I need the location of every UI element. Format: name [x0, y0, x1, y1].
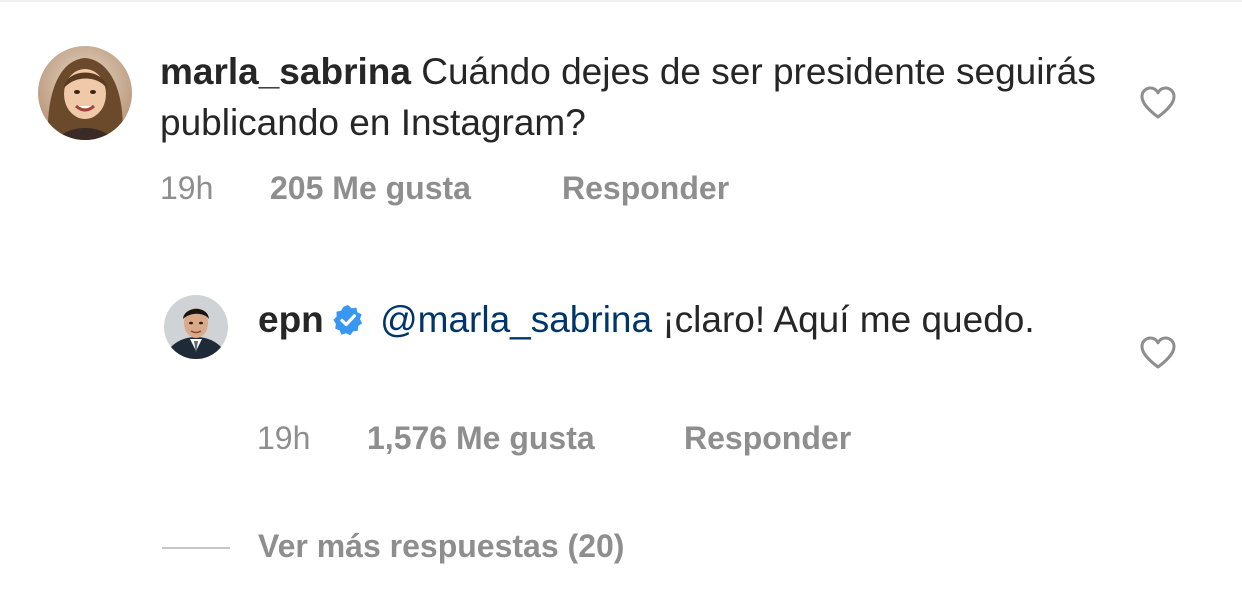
avatar[interactable]	[164, 295, 228, 359]
reply-item: epn @marla_sabrina ¡claro! Aquí me quedo…	[0, 240, 1242, 500]
comment-body: ¡claro! Aquí me quedo.	[662, 299, 1035, 340]
comment-likes[interactable]: 205 Me gusta	[270, 170, 471, 207]
comment-mention[interactable]: @marla_sabrina	[380, 299, 652, 340]
avatar[interactable]	[38, 46, 132, 140]
like-heart-icon[interactable]	[1140, 86, 1176, 120]
verified-badge-icon	[332, 298, 364, 349]
more-replies-label[interactable]: Ver más respuestas (20)	[258, 528, 624, 565]
comment-username[interactable]: marla_sabrina	[160, 51, 411, 92]
comment-time: 19h	[160, 170, 214, 206]
reply-button[interactable]: Responder	[684, 420, 851, 457]
comment-username[interactable]: epn	[258, 299, 324, 340]
comment-item: marla_sabrina Cuándo dejes de ser presid…	[0, 0, 1242, 240]
avatar-image	[164, 295, 228, 359]
comment-text: marla_sabrina Cuándo dejes de ser presid…	[160, 46, 1120, 148]
comment-meta: 19h 1,576 Me gusta Responder	[257, 420, 957, 460]
like-heart-icon[interactable]	[1140, 336, 1176, 370]
more-replies-divider	[162, 547, 230, 549]
comment-time: 19h	[257, 420, 311, 456]
reply-button[interactable]: Responder	[562, 170, 729, 207]
avatar-image	[38, 46, 132, 140]
comment-text: epn @marla_sabrina ¡claro! Aquí me quedo…	[258, 294, 1098, 349]
comment-meta: 19h 205 Me gusta Responder	[160, 170, 860, 210]
comment-likes[interactable]: 1,576 Me gusta	[367, 420, 595, 457]
